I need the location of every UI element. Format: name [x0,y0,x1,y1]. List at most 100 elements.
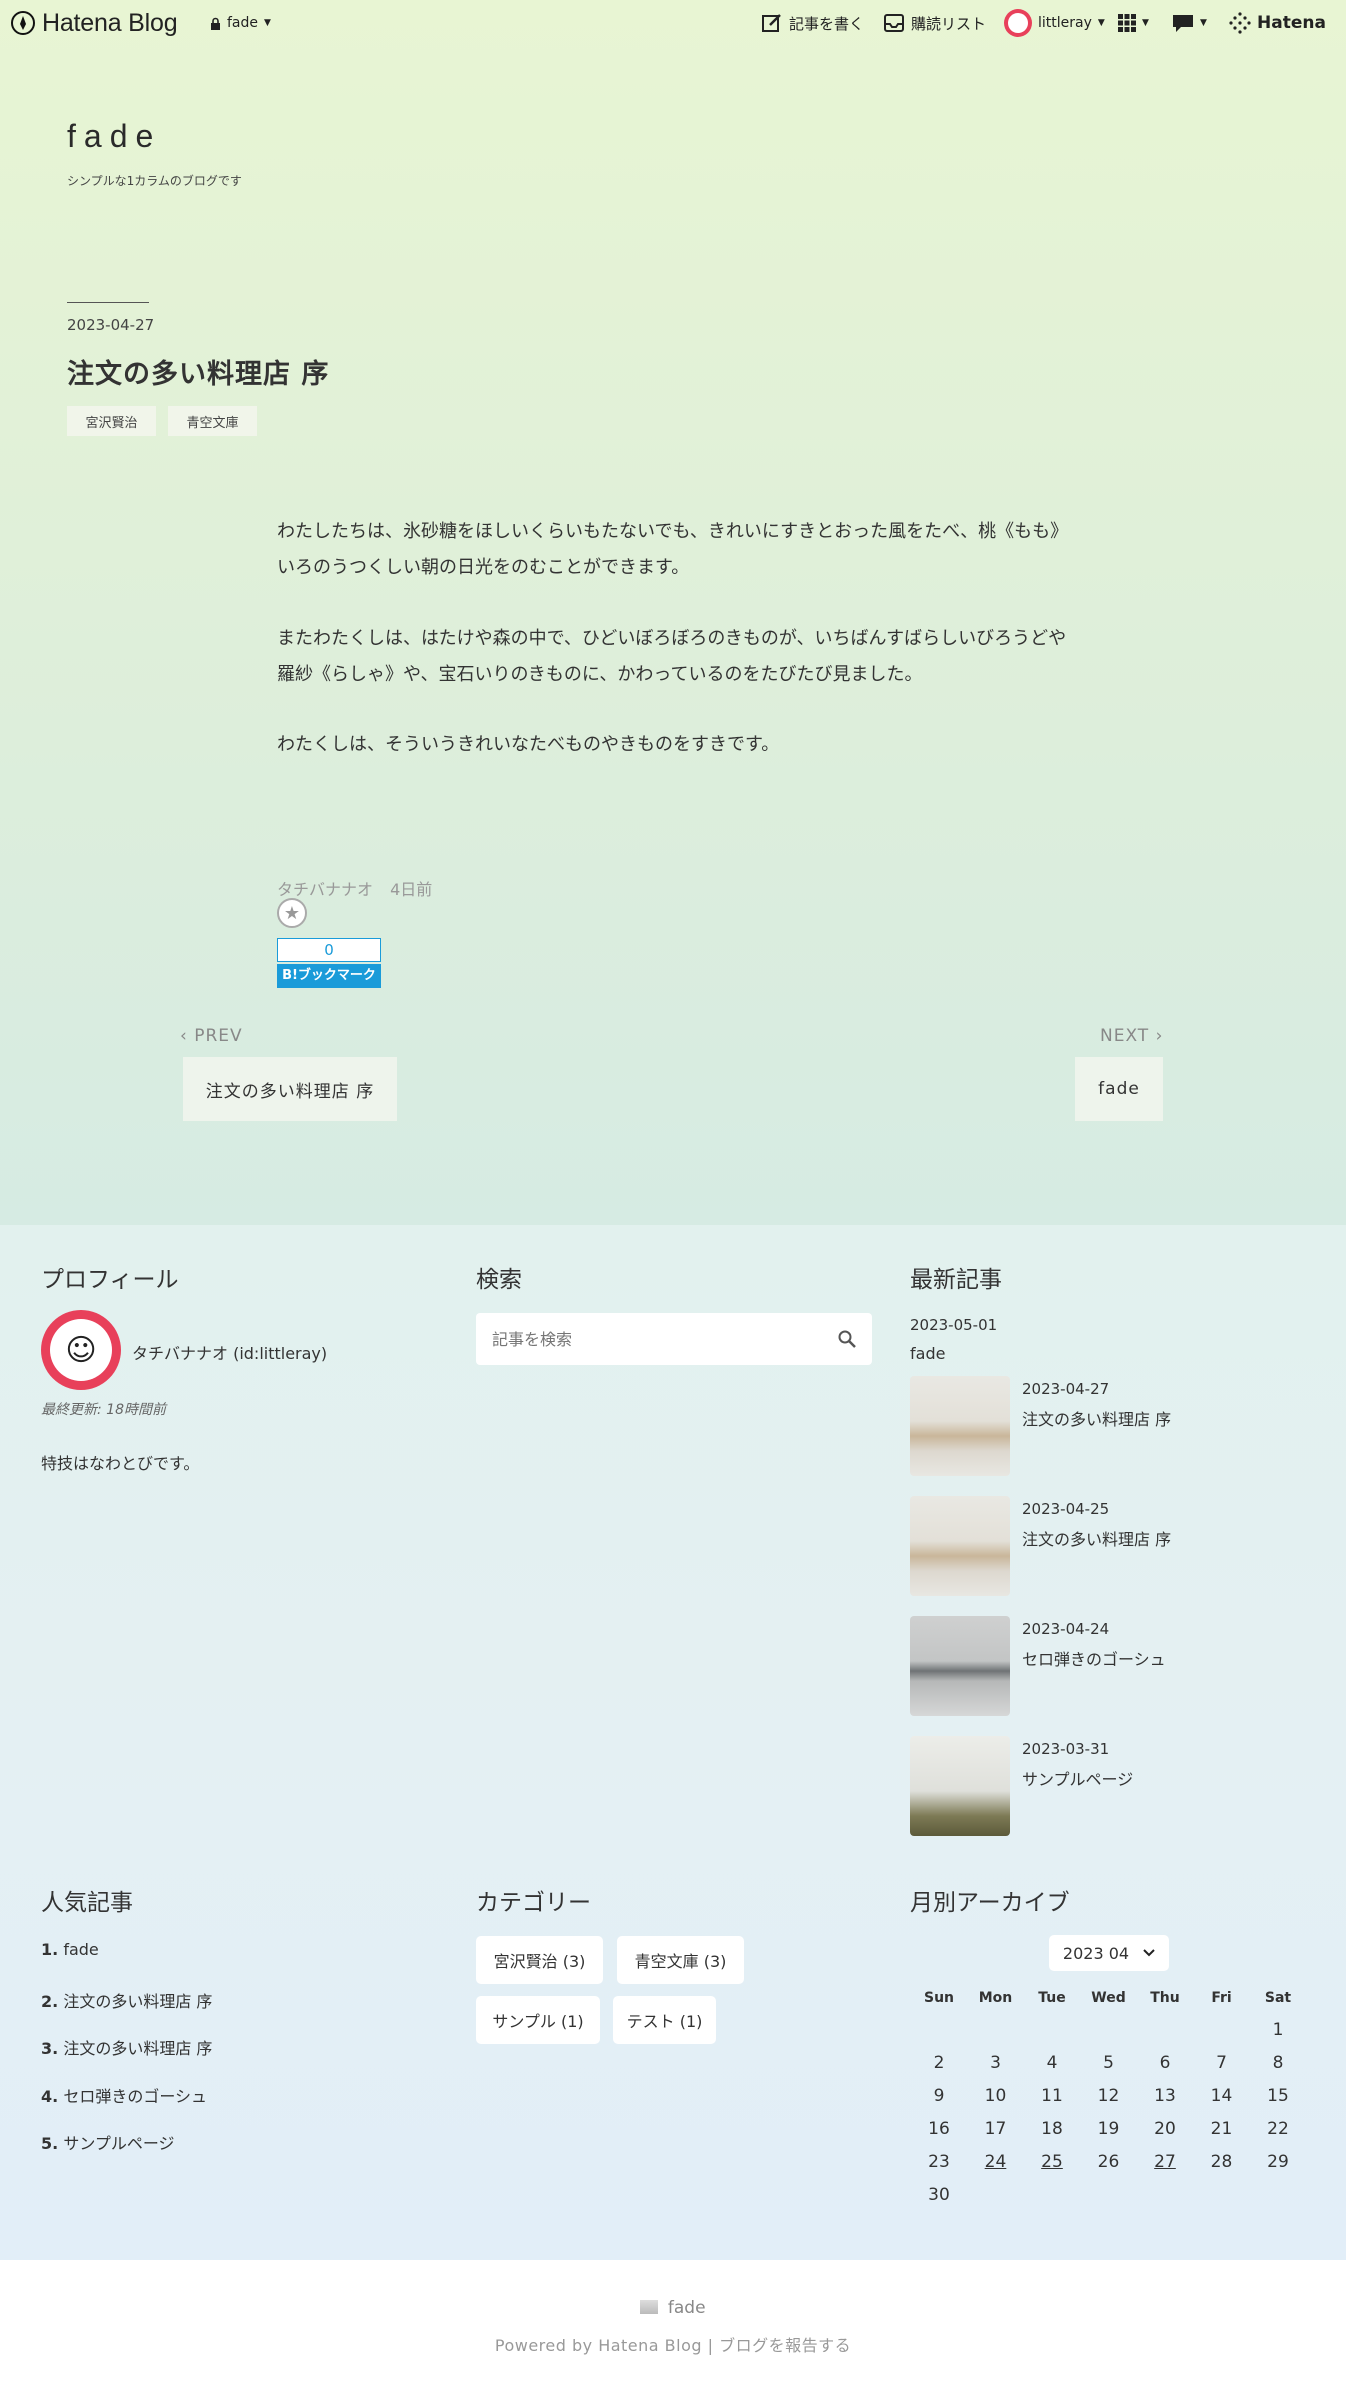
recent-title[interactable]: サンプルページ [1022,1766,1133,1790]
popular-item[interactable]: 3. 注文の多い料理店 序 [41,2035,212,2059]
entry-author[interactable]: タチバナナオ [277,880,373,899]
recent-thumbnail[interactable] [910,1496,1010,1596]
entry-paragraph: またわたくしは、はたけや森の中で、ひどいぼろぼろのきものが、いちばんすばらしいび… [277,628,1067,685]
recent-title[interactable]: セロ弾きのゴーシュ [1022,1646,1166,1670]
category-heading: カテゴリー [476,1890,591,1916]
popular-item[interactable]: 5. サンプルページ [41,2130,175,2154]
calendar-day: 6 [1159,2053,1171,2073]
archive-month-select[interactable]: 2023 04 [1049,1935,1169,1971]
inbox-icon [884,14,904,32]
calendar-weekday: Sun [923,1990,955,2006]
category-link[interactable]: 青空文庫 (3) [617,1936,744,1984]
search-heading: 検索 [476,1267,522,1293]
entry-footer-meta: タチバナナオ 4日前 [277,876,432,900]
apps-menu[interactable]: ▼ [1118,0,1149,46]
chevron-right-icon: › [1155,1026,1164,1046]
chevron-down-icon [1143,1949,1155,1957]
category-link[interactable]: 宮沢賢治 (3) [476,1936,603,1984]
search-form [476,1313,872,1365]
profile-name[interactable]: タチバナナオ (id:littleray) [132,1340,327,1364]
calendar-day: 2 [933,2053,945,2073]
blog-title[interactable]: fade [67,118,161,155]
pager-next-link[interactable]: fade [1075,1057,1163,1121]
popular-title: fade [63,1940,99,1959]
bookmark-button[interactable]: B!ブックマーク [277,964,381,988]
blog-switcher[interactable]: fade ▼ [210,0,271,46]
popular-item[interactable]: 2. 注文の多い料理店 序 [41,1988,212,2012]
calendar-day: 8 [1272,2053,1284,2073]
popular-item[interactable]: 1. fade [41,1940,99,1959]
recent-date: 2023-04-24 [1022,1620,1110,1638]
popular-rank: 5. [41,2134,59,2153]
caret-down-icon: ▼ [1200,18,1207,28]
calendar-day: 4 [1046,2053,1058,2073]
write-entry-label: 記事を書く [789,14,865,33]
calendar-day-link[interactable]: 24 [968,2152,1024,2172]
message-icon [1173,15,1193,32]
next-text: NEXT [1100,1026,1150,1046]
recent-date: 2023-04-27 [1022,1380,1110,1398]
profile-avatar[interactable]: ☺ [41,1310,121,1390]
calendar-weekday: Tue [1038,1990,1066,2006]
entry-ago[interactable]: 4日前 [390,880,432,899]
calendar-day: 26 [1097,2152,1120,2172]
user-avatar [1004,9,1032,37]
calendar-day: 30 [928,2185,950,2205]
calendar-day: 5 [1103,2053,1114,2073]
calendar-day: 20 [1154,2119,1176,2139]
profile-heading: プロフィール [41,1267,179,1293]
recent-date: 2023-03-31 [1022,1740,1110,1758]
subscriptions-label: 購読リスト [911,14,987,33]
recent-thumbnail[interactable] [910,1376,1010,1476]
archive-heading: 月別アーカイブ [910,1890,1070,1916]
footer-powered[interactable]: Powered by Hatena Blog | ブログを報告する [0,2332,1346,2356]
popular-title: 注文の多い料理店 序 [63,2039,213,2058]
calendar-day: 18 [1041,2119,1063,2139]
grid-icon [1118,14,1136,32]
calendar-day: 14 [1210,2086,1233,2106]
recent-title[interactable]: 注文の多い料理店 序 [1022,1526,1171,1550]
hatena-brand-link[interactable]: Hatena [1229,0,1326,46]
entry-title[interactable]: 注文の多い料理店 序 [67,352,329,391]
recent-title[interactable]: 注文の多い料理店 序 [1022,1406,1171,1430]
hatena-blog-logo[interactable]: Hatena Blog [10,0,178,46]
footer-blog[interactable]: fade [0,2298,1346,2318]
popular-rank: 3. [41,2039,59,2058]
calendar-weekday: Wed [1091,1990,1126,2006]
category-link[interactable]: テスト (1) [613,1996,716,2044]
profile-updated: 最終更新: 18時間前 [41,1402,166,1418]
notifications-menu[interactable]: ▼ [1172,0,1207,46]
lock-icon [211,17,220,30]
calendar-day-link[interactable]: 27 [1137,2152,1193,2172]
user-menu[interactable]: littleray ▼ [1004,0,1105,46]
calendar-weekday: Sat [1264,1990,1292,2006]
write-entry-link[interactable]: 記事を書く [761,0,864,46]
hatena-brand-label: Hatena [1257,13,1326,33]
pager-prev-link[interactable]: 注文の多い料理店 序 [183,1057,397,1121]
star-icon: ★ [283,902,301,924]
caret-down-icon: ▼ [1142,18,1149,28]
hatena-pen-icon [11,11,35,35]
add-star-button[interactable]: ★ [277,898,307,928]
calendar-day: 12 [1097,2086,1120,2106]
entry-date[interactable]: 2023-04-27 [67,316,154,334]
category-link[interactable]: サンプル (1) [476,1996,600,2044]
calendar-day: 28 [1210,2152,1233,2172]
recent-title[interactable]: fade [910,1344,945,1363]
calendar-day-link[interactable]: 25 [1024,2152,1080,2172]
recent-thumbnail[interactable] [910,1736,1010,1836]
bookmark-count[interactable]: 0 [277,938,381,962]
search-input[interactable] [492,1313,822,1365]
popular-item[interactable]: 4. セロ弾きのゴーシュ [41,2083,207,2107]
calendar-day: 15 [1267,2086,1289,2106]
pager-prev-label: ‹ PREV [180,1026,243,1046]
entry-paragraph: わたくしは、そういうきれいなたべものやきものをすきです。 [277,734,780,755]
entry-tag[interactable]: 宮沢賢治 [67,406,156,436]
caret-down-icon: ▼ [264,18,271,28]
entry-tag[interactable]: 青空文庫 [168,406,257,436]
search-icon[interactable] [838,1330,856,1348]
archive-calendar: Sun Mon Tue Wed Thu Fri Sat 1 2 3 4 5 6 7 8 9 10 11 12 13 14… [911,1990,1303,2220]
recent-thumbnail[interactable] [910,1616,1010,1716]
popular-heading: 人気記事 [41,1890,133,1916]
subscriptions-link[interactable]: 購読リスト [883,0,986,46]
